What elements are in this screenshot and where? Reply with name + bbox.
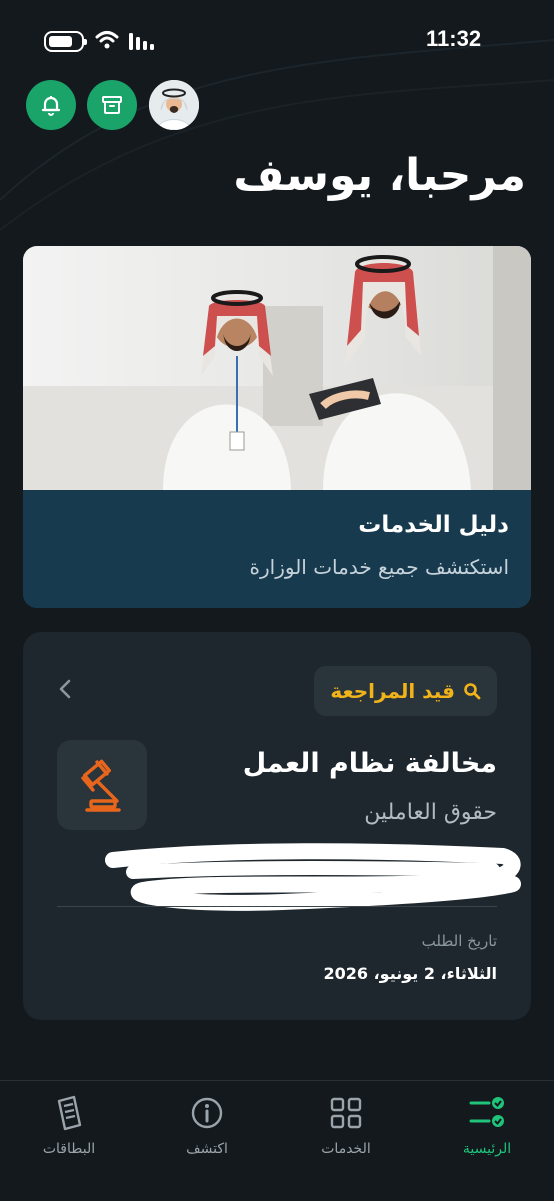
nav-services-label: الخدمات	[321, 1141, 371, 1157]
gavel-icon	[81, 759, 121, 812]
bottom-nav: الرئيسية الخدمات اكتشف البطاقات	[0, 1080, 554, 1201]
status-label: قيد المراجعة	[330, 679, 455, 703]
status-bar: 11:32	[0, 0, 554, 80]
guide-hero-image	[23, 246, 531, 490]
request-date-value: الثلاثاء، 2 يونيو، 2026	[323, 964, 497, 983]
nav-home-label: الرئيسية	[462, 1141, 512, 1157]
request-date-label: تاريخ الطلب	[421, 932, 497, 950]
battery-icon	[44, 31, 87, 52]
nav-cards-label: البطاقات	[42, 1141, 96, 1157]
guide-subtitle: استكتشف جميع خدمات الوزارة	[249, 555, 509, 579]
greeting-title: مرحبا، يوسف	[233, 150, 526, 201]
notifications-button[interactable]	[26, 80, 76, 130]
nav-explore-label: اكتشف	[186, 1141, 228, 1157]
services-grid-icon	[330, 1097, 362, 1129]
wifi-icon	[95, 31, 119, 49]
search-icon	[464, 683, 481, 700]
archive-button[interactable]	[87, 80, 137, 130]
status-time: 11:32	[426, 26, 482, 51]
nav-cards[interactable]: البطاقات	[14, 1093, 124, 1157]
chevron-left-icon[interactable]	[57, 678, 73, 700]
divider	[57, 906, 497, 907]
request-subtitle: حقوق العاملين	[364, 800, 497, 825]
info-icon	[191, 1097, 223, 1129]
user-avatar-icon	[149, 80, 199, 130]
cards-icon	[57, 1095, 82, 1131]
request-title: مخالفة نظام العمل	[242, 748, 497, 779]
archive-icon	[102, 96, 122, 114]
status-badge: قيد المراجعة	[314, 666, 497, 716]
nav-home[interactable]: الرئيسية	[432, 1093, 542, 1157]
profile-avatar[interactable]	[149, 80, 199, 130]
guide-caption: دليل الخدمات استكتشف جميع خدمات الوزارة	[23, 490, 531, 608]
signal-icon	[129, 33, 154, 50]
request-card[interactable]: قيد المراجعة مخالفة نظام العمل حقوق العا…	[23, 632, 531, 1020]
home-checklist-icon	[469, 1097, 504, 1127]
nav-services[interactable]: الخدمات	[291, 1093, 401, 1157]
guide-title: دليل الخدمات	[358, 512, 509, 538]
request-type-tile	[57, 740, 147, 830]
services-guide-card[interactable]: دليل الخدمات استكتشف جميع خدمات الوزارة	[23, 246, 531, 608]
redaction-scribble	[105, 843, 521, 911]
nav-explore[interactable]: اكتشف	[152, 1093, 262, 1157]
bell-icon	[41, 96, 61, 116]
